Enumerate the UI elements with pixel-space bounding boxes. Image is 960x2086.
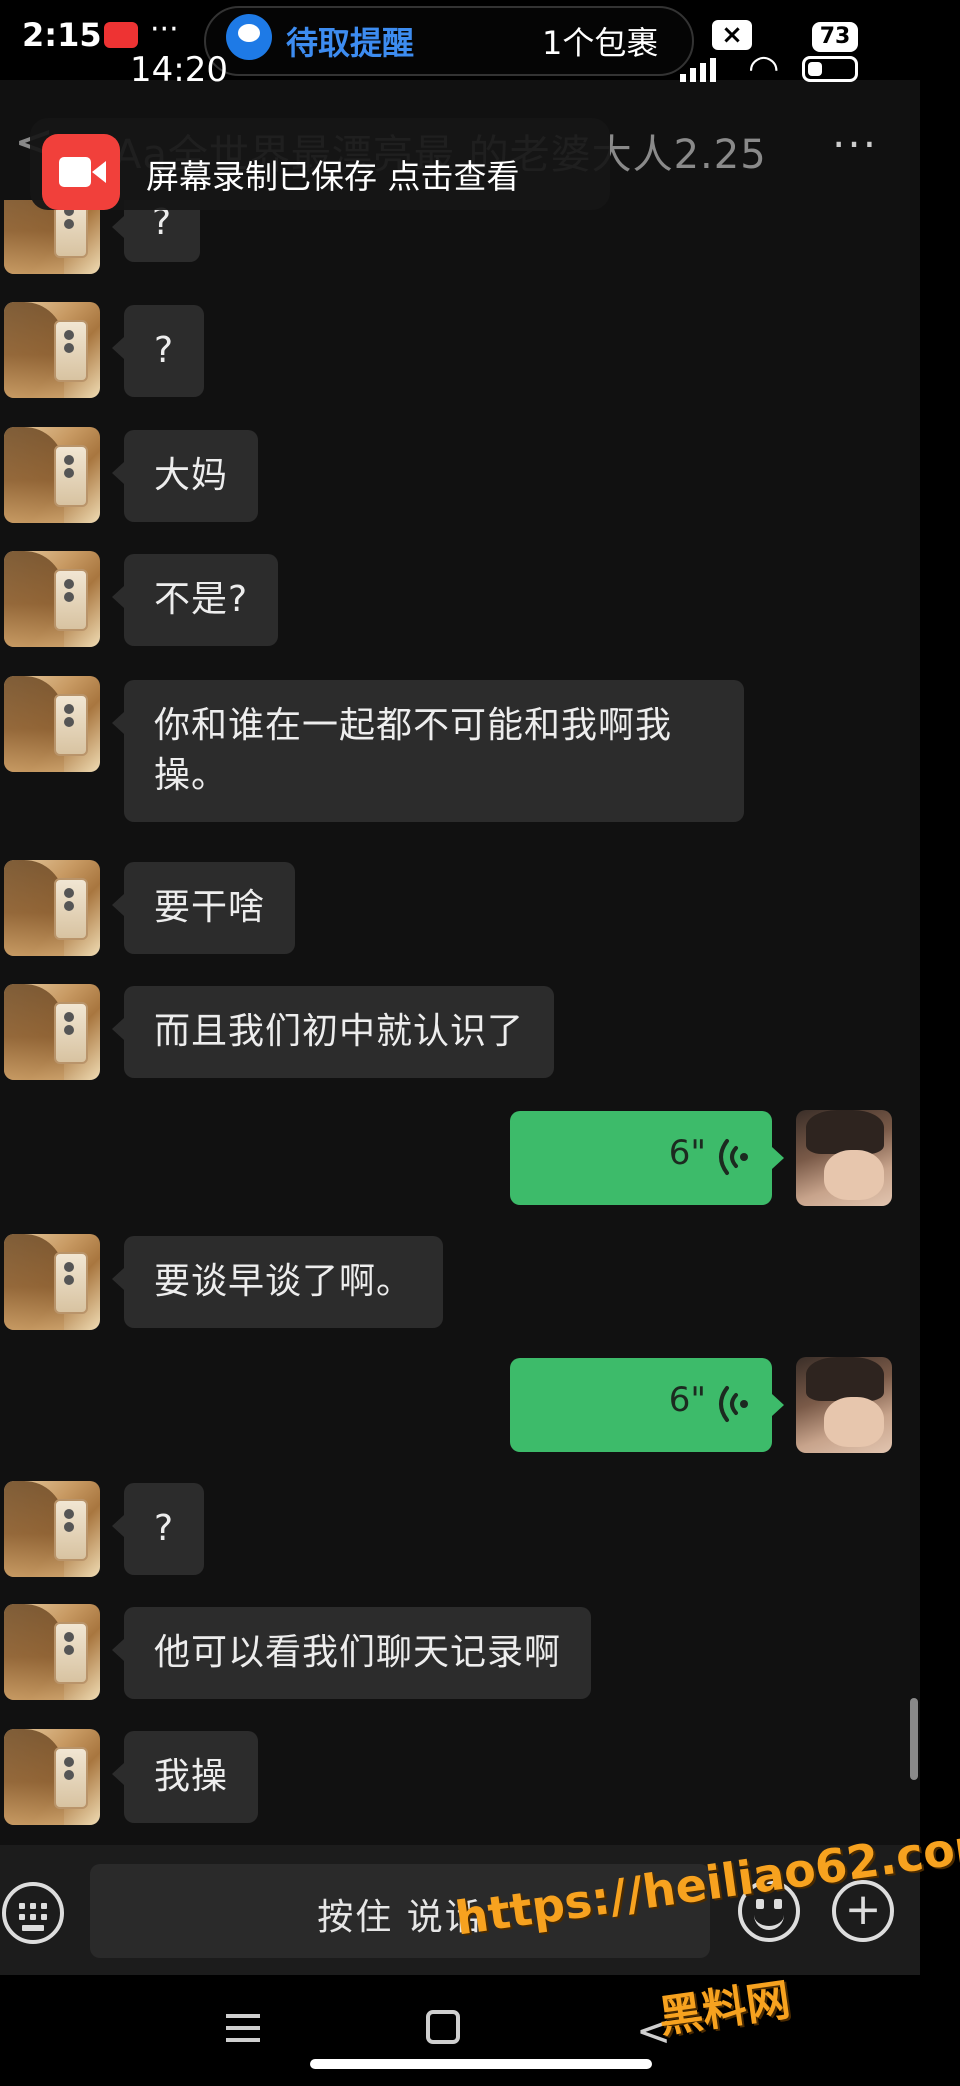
screen-record-icon (42, 134, 120, 210)
recent-apps-icon[interactable] (226, 2014, 260, 2042)
voice-message[interactable]: 6" (510, 1358, 784, 1452)
voice-duration: 6" (668, 1133, 706, 1173)
screen-gutter (920, 0, 960, 2086)
voice-duration: 6" (668, 1380, 706, 1420)
contact-avatar[interactable] (4, 860, 100, 956)
status-time-inner: 14:20 (130, 50, 228, 90)
message-bubble[interactable]: 我操 (111, 1731, 259, 1823)
contact-avatar[interactable] (4, 1481, 100, 1577)
contact-avatar[interactable] (4, 302, 100, 398)
contact-avatar[interactable] (4, 1729, 100, 1825)
message-bubble[interactable]: ? (111, 305, 205, 397)
home-icon[interactable] (426, 2010, 460, 2044)
status-time-outer: 2:15 (22, 16, 102, 54)
contact-avatar[interactable] (4, 427, 100, 523)
message-bubble[interactable]: 大妈 (111, 430, 259, 522)
contact-avatar[interactable] (4, 1234, 100, 1330)
recording-indicator-icon (104, 22, 138, 48)
signal-icon (680, 58, 716, 82)
message-bubble[interactable]: 不是? (111, 554, 279, 646)
system-nav-bar (0, 1975, 960, 2086)
voice-wave-icon (719, 1139, 748, 1175)
message-bubble[interactable]: 要谈早谈了啊。 (111, 1236, 444, 1328)
contact-avatar[interactable] (4, 1604, 100, 1700)
battery-icon: 73 (812, 22, 858, 52)
my-avatar[interactable] (796, 1110, 892, 1206)
network-off-icon: × (712, 20, 752, 50)
my-avatar[interactable] (796, 1357, 892, 1453)
voice-wave-icon (719, 1386, 748, 1422)
battery-low-icon (802, 56, 858, 82)
home-indicator[interactable] (310, 2059, 652, 2069)
message-bubble[interactable]: ? (111, 1483, 205, 1575)
notification-detail: 1个包裹 (542, 24, 659, 62)
contact-avatar[interactable] (4, 676, 100, 772)
message-bubble[interactable]: 而且我们初中就认识了 (111, 986, 555, 1078)
voice-message[interactable]: 6" (510, 1111, 784, 1205)
notification-app-icon (226, 14, 272, 60)
contact-avatar[interactable] (4, 984, 100, 1080)
keyboard-icon[interactable] (2, 1882, 64, 1944)
notification-title: 待取提醒 (286, 24, 415, 62)
message-bubble[interactable]: 要干啥 (111, 862, 296, 954)
more-options-icon[interactable]: ··· (832, 120, 878, 169)
contact-avatar[interactable] (4, 551, 100, 647)
message-bubble[interactable]: 他可以看我们聊天记录啊 (111, 1607, 592, 1699)
status-bar: 2:15 ··· 待取提醒 1个包裹 14:20 × ◠ 73 (0, 0, 920, 90)
chat-scrollbar[interactable] (910, 1698, 918, 1780)
toast-message[interactable]: 屏幕录制已保存 点击查看 (146, 150, 520, 198)
message-bubble[interactable]: 你和谁在一起都不可能和我啊我操。 (112, 680, 744, 822)
wifi-icon: ◠ (748, 48, 780, 89)
status-more-icon: ··· (150, 12, 179, 47)
